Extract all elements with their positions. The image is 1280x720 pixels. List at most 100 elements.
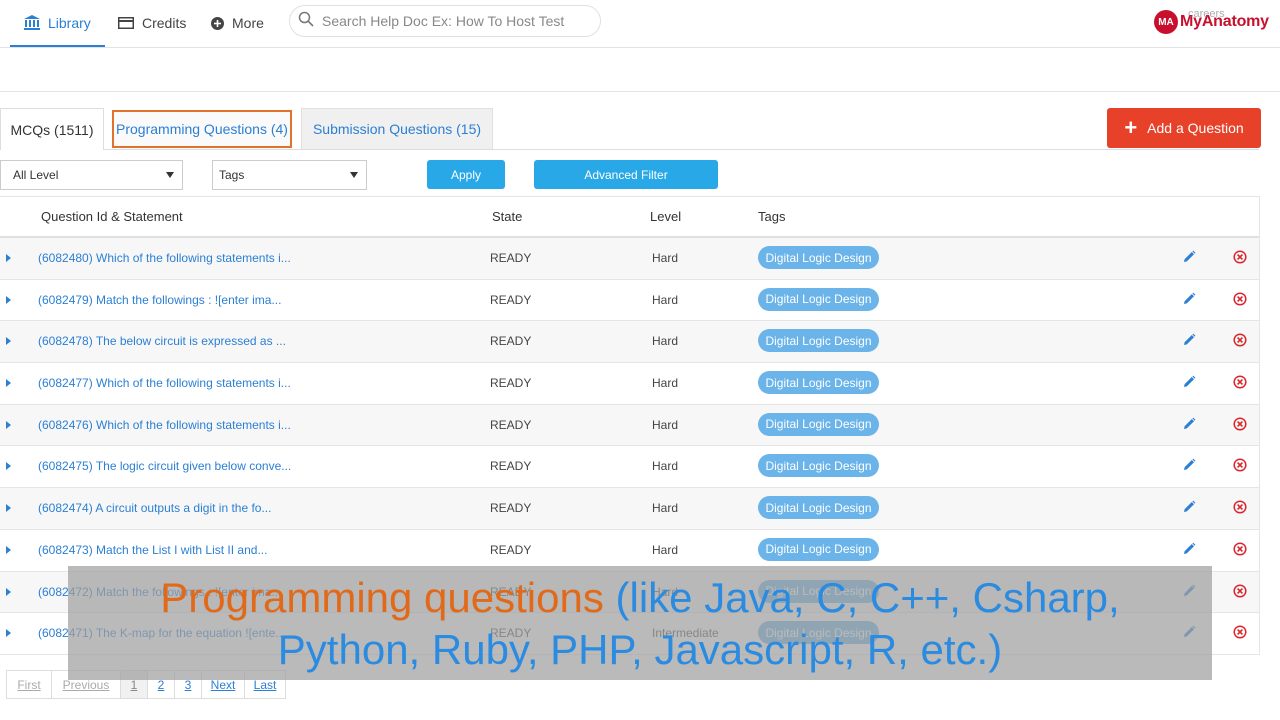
header-tags: Tags [758,209,786,224]
question-state: READY [490,251,532,265]
tag-badge[interactable]: Digital Logic Design [758,454,879,478]
question-statement-link[interactable]: (6082473) Match the List I with List II … [38,543,267,557]
table-header: Question Id & Statement State Level Tags [0,196,1259,238]
question-statement-link[interactable]: (6082480) Which of the following stateme… [38,251,291,265]
tag-badge[interactable]: Digital Logic Design [758,246,879,269]
tab-divider [104,149,1259,150]
card-icon [118,17,134,29]
plus-circle-icon [211,16,224,30]
tab-mcqs[interactable]: MCQs (1511) [0,108,104,150]
tab-submission-questions[interactable]: Submission Questions (15) [301,108,493,150]
table-row[interactable]: (6082478) The below circuit is expressed… [0,321,1259,364]
tags-select[interactable]: Tags [212,160,367,190]
header-statement: Question Id & Statement [41,209,183,224]
pencil-icon[interactable] [1182,542,1196,559]
x-circle-icon[interactable] [1233,625,1247,642]
x-circle-icon[interactable] [1233,458,1247,475]
caret-right-icon[interactable] [6,587,11,596]
x-circle-icon[interactable] [1233,375,1247,392]
tab-programming-questions[interactable]: Programming Questions (4) [112,110,292,148]
pencil-icon[interactable] [1182,375,1196,392]
brand-logo[interactable]: MA MyAnatomy careers [1154,8,1269,34]
table-row[interactable]: (6082479) Match the followings : ![enter… [0,280,1259,322]
caret-right-icon[interactable] [6,545,11,554]
table-row[interactable]: (6082477) Which of the following stateme… [0,363,1259,405]
caption-line1-rest: (like Java, C, C++, Csharp, [603,574,1120,621]
caret-right-icon[interactable] [6,379,11,388]
caret-right-icon[interactable] [6,254,11,262]
x-circle-icon[interactable] [1233,333,1247,350]
question-level: Hard [652,334,679,349]
caret-down-icon [166,172,174,178]
question-statement-link[interactable]: (6082476) Which of the following stateme… [38,418,291,432]
nav-credits[interactable]: Credits [118,0,186,46]
pencil-icon[interactable] [1182,333,1196,350]
plus-icon: + [1124,115,1138,140]
pencil-icon[interactable] [1182,417,1196,434]
x-circle-icon[interactable] [1233,583,1247,601]
tag-badge[interactable]: Digital Logic Design [758,412,879,436]
caret-right-icon[interactable] [6,504,11,513]
search-icon [298,11,314,32]
search-input[interactable] [322,13,592,29]
question-state: READY [490,542,532,557]
caret-right-icon[interactable] [6,337,11,346]
apply-button[interactable]: Apply [427,160,505,189]
careers-link[interactable]: careers [1188,8,1225,20]
question-statement-link[interactable]: (6082474) A circuit outputs a digit in t… [38,501,271,515]
x-circle-icon[interactable] [1233,292,1247,309]
x-circle-icon[interactable] [1233,542,1247,559]
table-row[interactable]: (6082475) The logic circuit given below … [0,446,1259,489]
pencil-icon[interactable] [1182,458,1196,475]
tags-select-value: Tags [219,168,245,182]
pencil-icon[interactable] [1182,292,1196,309]
video-caption: Programming questions (like Java, C, C++… [68,566,1212,680]
add-question-label: Add a Question [1147,120,1244,136]
question-level: Hard [652,501,679,516]
caret-right-icon[interactable] [6,295,11,304]
question-level: Hard [652,376,679,391]
table-row[interactable]: (6082476) Which of the following stateme… [0,404,1259,447]
tag-badge[interactable]: Digital Logic Design [758,371,879,395]
tag-badge[interactable]: Digital Logic Design [758,287,879,311]
table-row[interactable]: (6082474) A circuit outputs a digit in t… [0,488,1259,530]
caret-right-icon[interactable] [6,462,11,471]
caption-line2: Python, Ruby, PHP, Javascript, R, etc.) [277,626,1003,673]
search-box[interactable] [289,5,601,37]
pencil-icon[interactable] [1182,250,1196,267]
question-state: READY [490,417,532,432]
question-statement-link[interactable]: (6082478) The below circuit is expressed… [38,334,286,348]
caret-right-icon[interactable] [6,420,11,429]
page-first[interactable]: First [6,670,52,699]
nav-library-label: Library [48,14,91,31]
brand-mark: MA [1154,10,1178,34]
level-select[interactable]: All Level [0,160,183,190]
tag-badge[interactable]: Digital Logic Design [758,496,879,520]
header-state: State [492,209,523,224]
add-question-button[interactable]: + Add a Question [1107,108,1261,148]
sub-bar [0,48,1280,92]
nav-more-label: More [232,15,264,31]
level-select-value: All Level [13,168,59,182]
bank-icon [24,15,40,30]
tag-badge[interactable]: Digital Logic Design [758,329,879,353]
question-level: Hard [652,459,679,474]
x-circle-icon[interactable] [1233,417,1247,434]
x-circle-icon[interactable] [1233,500,1247,517]
top-nav: Library Credits More MA MyAnatomy career… [0,0,1280,48]
question-level: Hard [652,251,679,265]
question-statement-link[interactable]: (6082479) Match the followings : ![enter… [38,293,281,307]
pencil-icon[interactable] [1182,500,1196,517]
table-row[interactable]: (6082480) Which of the following stateme… [0,238,1259,280]
question-statement-link[interactable]: (6082475) The logic circuit given below … [38,459,291,473]
caret-down-icon [350,172,358,178]
nav-more[interactable]: More [211,0,264,46]
question-state: READY [490,459,532,474]
nav-credits-label: Credits [142,15,187,31]
tag-badge[interactable]: Digital Logic Design [758,537,879,561]
caret-right-icon[interactable] [6,629,11,638]
advanced-filter-button[interactable]: Advanced Filter [534,160,718,189]
question-statement-link[interactable]: (6082477) Which of the following stateme… [38,376,291,390]
nav-library[interactable]: Library [10,0,105,47]
x-circle-icon[interactable] [1233,250,1247,267]
